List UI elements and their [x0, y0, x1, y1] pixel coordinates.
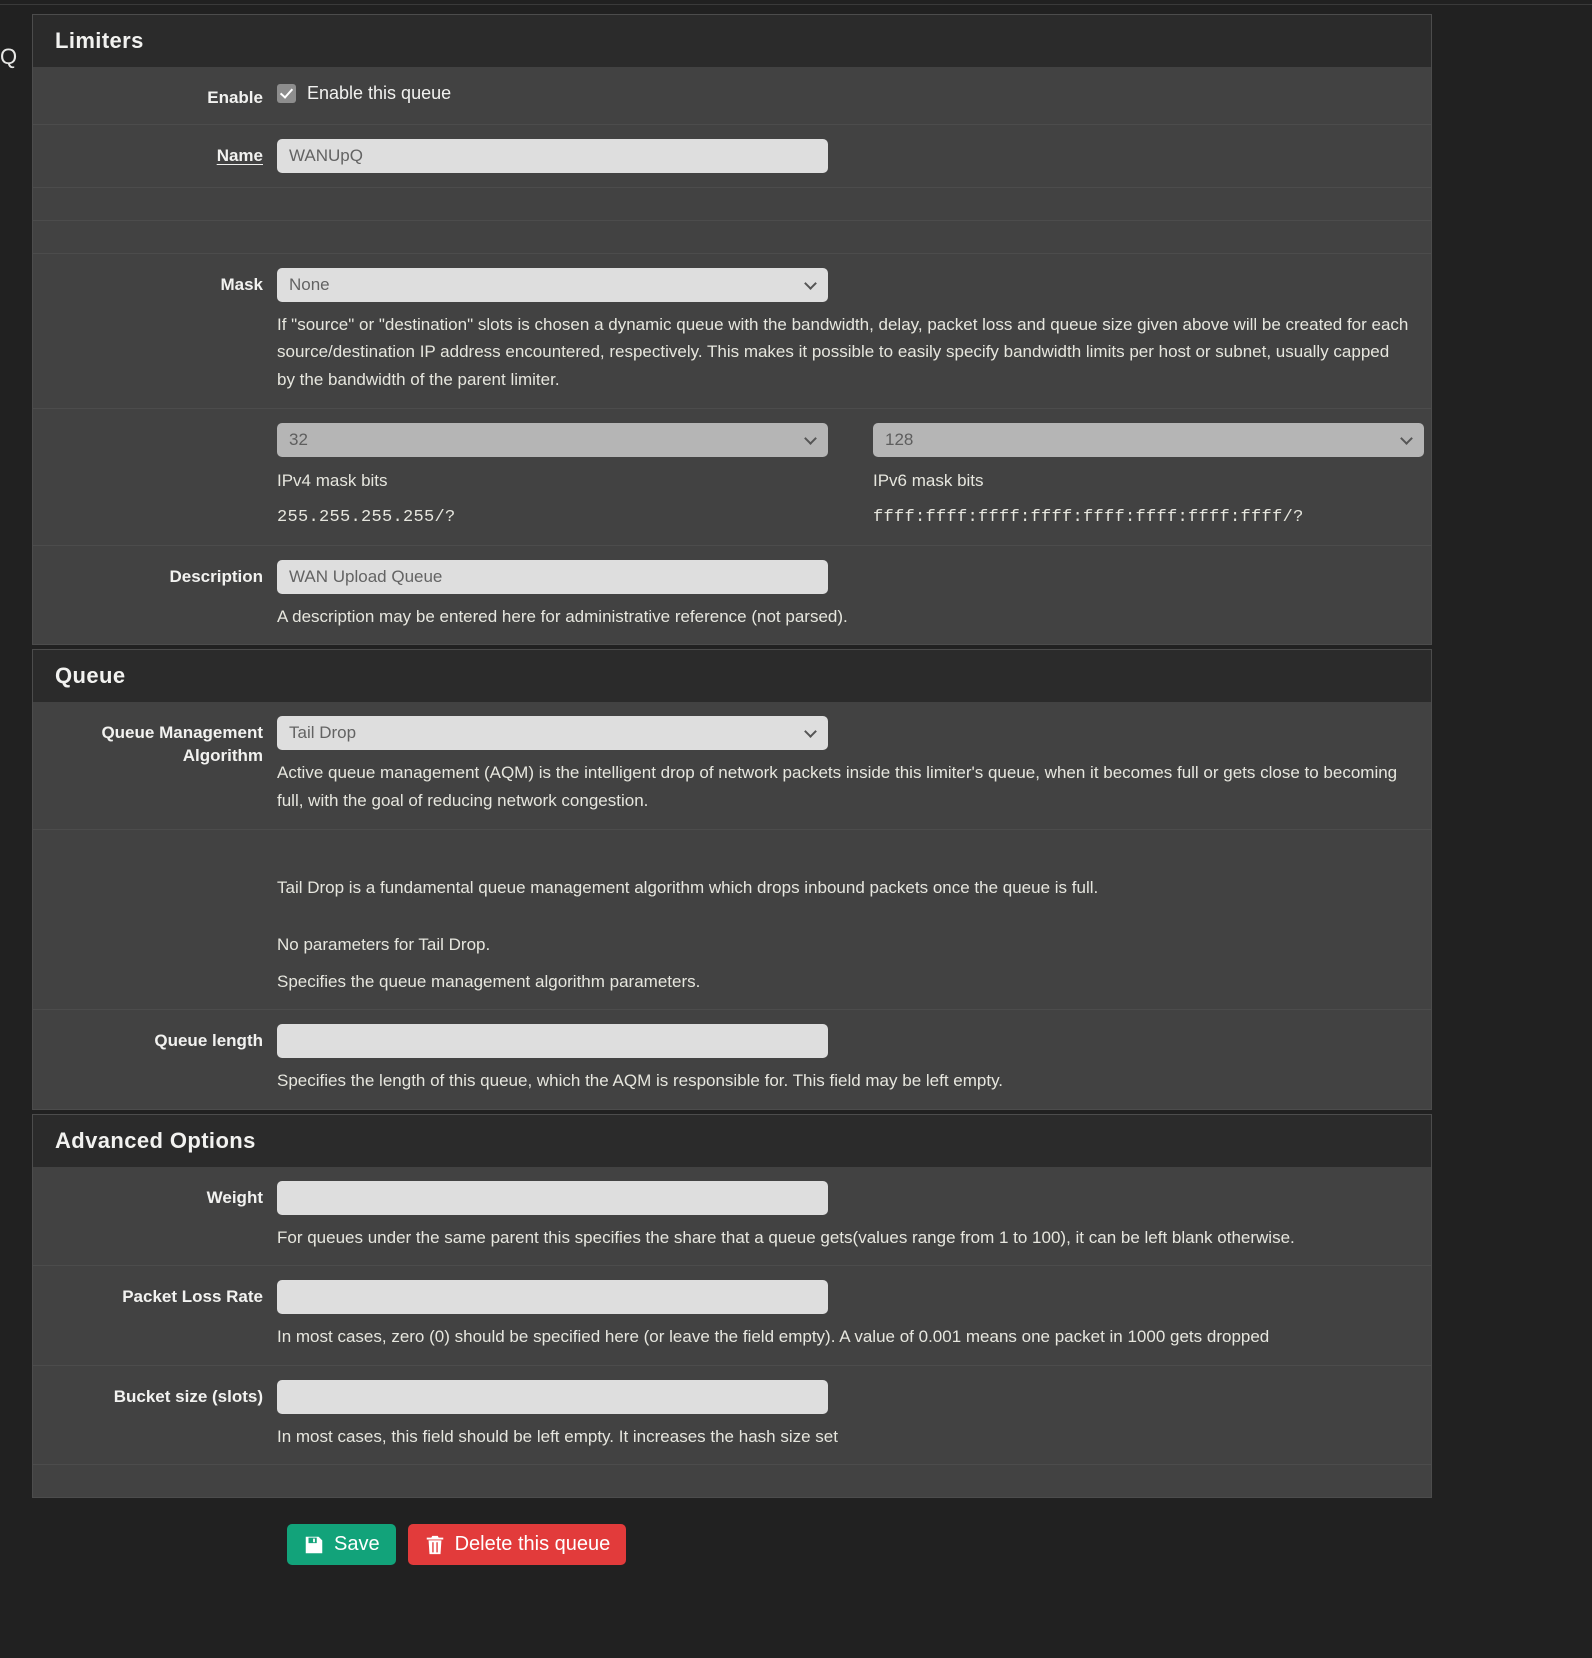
save-button[interactable]: Save	[287, 1524, 396, 1566]
bucket-size-field: In most cases, this field should be left…	[277, 1379, 1431, 1451]
queue-algorithm-field: Tail Drop Active queue management (AQM) …	[277, 716, 1431, 814]
form-action-buttons: Save Delete this queue	[32, 1524, 1432, 1566]
name-label: Name	[33, 139, 277, 168]
row-spacer-3	[33, 1465, 1431, 1497]
row-spacer-2	[33, 221, 1431, 254]
mask-field: None If "source" or "destination" slots …	[277, 267, 1431, 394]
queue-algorithm-label-line2: Algorithm	[182, 746, 263, 766]
packet-loss-rate-help-text: In most cases, zero (0) should be specif…	[277, 1327, 1270, 1347]
name-label-text: Name	[216, 145, 263, 165]
row-weight: Weight For queues under the same parent …	[33, 1167, 1431, 1267]
delete-queue-button-label: Delete this queue	[454, 1533, 611, 1556]
description-help-text: A description may be entered here for ad…	[277, 606, 848, 626]
ipv4-mask-pattern: 255.255.255.255/?	[277, 507, 456, 527]
row-bucket-size: Bucket size (slots) In most cases, this …	[33, 1366, 1431, 1466]
mask-select[interactable]: None	[277, 267, 828, 302]
ipv6-mask-pattern: ffff:ffff:ffff:ffff:ffff:ffff:ffff:ffff/…	[873, 507, 1304, 527]
bucket-size-help-text: In most cases, this field should be left…	[277, 1426, 838, 1446]
enable-label: Enable	[207, 88, 263, 107]
delete-queue-button[interactable]: Delete this queue	[407, 1524, 627, 1566]
queue-panel: Queue Queue Management Algorithm Tail Dr…	[32, 649, 1432, 1110]
enable-queue-checkbox-group[interactable]: Enable this queue	[277, 81, 1411, 104]
row-mask-bits: 32 IPv4 mask bits 255.255.255.255/? 128	[33, 409, 1431, 546]
chevron-down-icon	[804, 277, 817, 290]
advanced-options-panel: Advanced Options Weight For queues under…	[32, 1113, 1432, 1499]
ipv6-mask-bits-select[interactable]: 128	[873, 422, 1424, 457]
name-field: WANUpQ	[277, 138, 1431, 173]
queue-algorithm-label-line1: Queue Management	[101, 723, 263, 743]
spacer-3-label	[33, 1478, 277, 1484]
chevron-down-icon	[1400, 431, 1413, 445]
description-input[interactable]: WAN Upload Queue	[277, 559, 828, 594]
row-enable: Enable Enable this queue	[33, 67, 1431, 125]
ipv4-mask-column: 32 IPv4 mask bits 255.255.255.255/?	[277, 422, 873, 531]
ipv4-mask-bits-label: IPv4 mask bits	[277, 470, 388, 490]
weight-help-text: For queues under the same parent this sp…	[277, 1227, 1295, 1247]
trash-icon	[424, 1534, 446, 1556]
queue-algorithm-help-text: Active queue management (AQM) is the int…	[277, 763, 1398, 810]
ipv4-mask-bits-select[interactable]: 32	[277, 422, 828, 457]
spacer-2-label	[33, 234, 277, 240]
chevron-down-icon	[804, 431, 817, 445]
left-cutoff-text: Q	[0, 44, 18, 69]
queue-algorithm-label: Queue Management Algorithm	[33, 716, 277, 768]
save-floppy-icon	[303, 1534, 325, 1556]
limiters-panel-heading: Limiters	[32, 14, 1432, 67]
mask-help-text: If "source" or "destination" slots is ch…	[277, 314, 1409, 389]
packet-loss-rate-label: Packet Loss Rate	[122, 1287, 263, 1307]
packet-loss-rate-field: In most cases, zero (0) should be specif…	[277, 1280, 1431, 1351]
algorithm-description-text: Tail Drop is a fundamental queue managem…	[277, 877, 1099, 897]
enable-field: Enable this queue	[277, 81, 1431, 104]
enable-queue-checkbox[interactable]	[277, 84, 296, 103]
row-mask: Mask None If "source" or "destination" s…	[33, 254, 1431, 409]
queue-length-label: Queue length	[154, 1031, 263, 1051]
top-hairline	[0, 4, 1592, 5]
mask-label: Mask	[220, 274, 263, 294]
name-input[interactable]: WANUpQ	[277, 138, 828, 173]
limiter-edit-form: Limiters Enable Enable this queue Name W…	[32, 14, 1432, 1566]
ipv6-mask-bits-label: IPv6 mask bits	[873, 470, 984, 490]
row-queue-length: Queue length Specifies the length of thi…	[33, 1010, 1431, 1109]
row-description: Description WAN Upload Queue A descripti…	[33, 546, 1431, 645]
advanced-options-panel-body: Weight For queues under the same parent …	[32, 1166, 1432, 1499]
bucket-size-input[interactable]	[277, 1379, 828, 1414]
mask-bits-field: 32 IPv4 mask bits 255.255.255.255/? 128	[277, 422, 1431, 531]
packet-loss-rate-input[interactable]	[277, 1280, 828, 1315]
ipv6-mask-bits-value: 128	[885, 429, 914, 449]
row-queue-algorithm: Queue Management Algorithm Tail Drop Act…	[33, 702, 1431, 830]
weight-input[interactable]	[277, 1180, 828, 1215]
weight-label: Weight	[206, 1187, 263, 1207]
limiters-panel: Limiters Enable Enable this queue Name W…	[32, 14, 1432, 646]
queue-algorithm-value: Tail Drop	[289, 723, 357, 743]
queue-panel-body: Queue Management Algorithm Tail Drop Act…	[32, 702, 1432, 1110]
algorithm-params-label	[33, 844, 277, 850]
queue-length-help-text: Specifies the length of this queue, whic…	[277, 1071, 1004, 1091]
algorithm-params-help-text: Specifies the queue management algorithm…	[277, 971, 701, 991]
queue-length-input[interactable]	[277, 1024, 828, 1059]
description-field: WAN Upload Queue A description may be en…	[277, 559, 1431, 631]
ipv6-mask-column: 128 IPv6 mask bits ffff:ffff:ffff:ffff:f…	[873, 422, 1424, 531]
bucket-size-label: Bucket size (slots)	[113, 1386, 263, 1406]
row-spacer-1	[33, 188, 1431, 221]
row-algorithm-params: Tail Drop is a fundamental queue managem…	[33, 830, 1431, 1011]
advanced-options-panel-heading: Advanced Options	[32, 1113, 1432, 1167]
row-name: Name WANUpQ	[33, 125, 1431, 188]
enable-queue-checkbox-label: Enable this queue	[307, 83, 452, 103]
queue-length-field: Specifies the length of this queue, whic…	[277, 1024, 1431, 1095]
limiters-panel-body: Enable Enable this queue Name WANUpQ Mas…	[32, 67, 1432, 646]
spacer-1-label	[33, 201, 277, 207]
queue-algorithm-select[interactable]: Tail Drop	[277, 716, 828, 751]
algorithm-params-field: Tail Drop is a fundamental queue managem…	[277, 844, 1431, 996]
chevron-down-icon	[804, 725, 817, 739]
weight-field: For queues under the same parent this sp…	[277, 1180, 1431, 1252]
algorithm-no-params-text: No parameters for Tail Drop.	[277, 935, 491, 955]
description-label: Description	[169, 566, 263, 586]
mask-select-value: None	[289, 274, 330, 294]
mask-bits-label	[33, 423, 277, 429]
queue-panel-heading: Queue	[32, 649, 1432, 703]
mask-bits-columns: 32 IPv4 mask bits 255.255.255.255/? 128	[277, 422, 1424, 531]
save-button-label: Save	[334, 1533, 380, 1556]
ipv4-mask-bits-value: 32	[289, 429, 308, 449]
row-packet-loss-rate: Packet Loss Rate In most cases, zero (0)…	[33, 1266, 1431, 1366]
